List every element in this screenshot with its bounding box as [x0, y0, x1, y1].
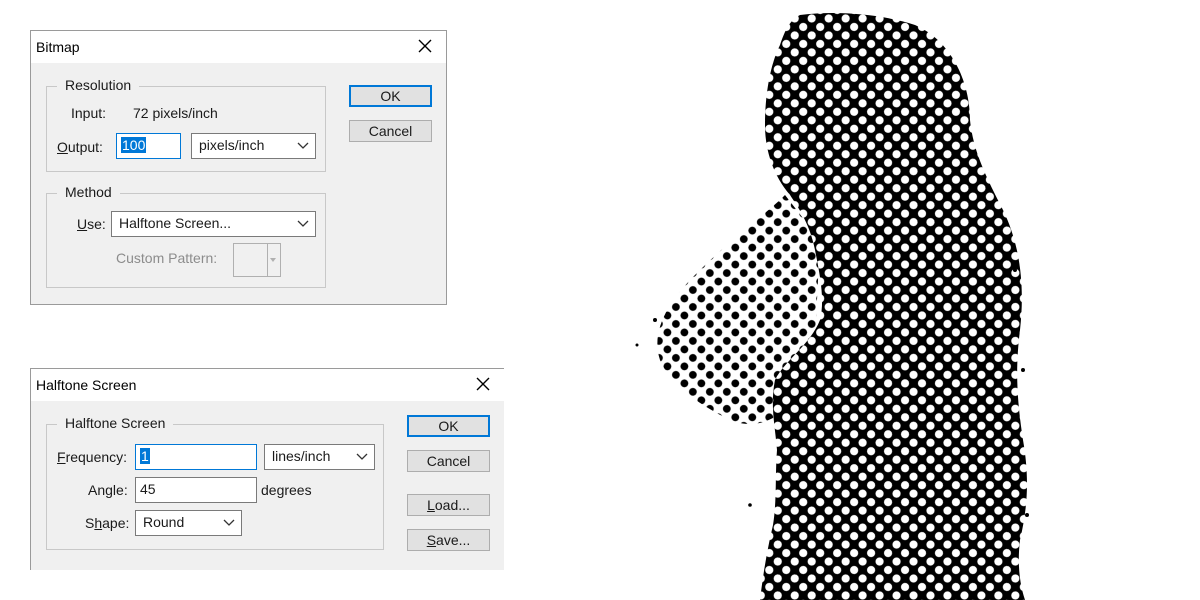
resolution-group: Resolution Input: 72 pixels/inch Output: [46, 77, 326, 172]
output-resolution-field[interactable]: 100 [116, 133, 181, 159]
resolution-legend: Resolution [57, 77, 140, 93]
ok-button[interactable]: OK [407, 415, 490, 437]
ok-button[interactable]: OK [349, 85, 432, 107]
dropdown-arrow-icon [270, 258, 276, 262]
input-resolution-value: 72 pixels/inch [133, 105, 218, 121]
custom-pattern-label: Custom Pattern: [116, 250, 218, 266]
cancel-button[interactable]: Cancel [349, 120, 432, 142]
method-group: Method Use: Custom Pattern: [46, 184, 326, 288]
method-use-select[interactable]: Halftone Screen... [111, 211, 316, 237]
output-label: Output: [57, 139, 103, 155]
method-legend: Method [57, 184, 120, 200]
halftone-screen-dialog: Halftone Screen Halftone Screen Frequenc… [30, 368, 504, 570]
cancel-button[interactable]: Cancel [407, 450, 490, 472]
chevron-down-icon [297, 142, 309, 149]
use-label: Use: [77, 216, 106, 232]
bitmap-titlebar: Bitmap [31, 31, 446, 63]
bitmap-dialog-title: Bitmap [36, 39, 80, 55]
frequency-unit-select[interactable]: lines/inch [264, 444, 375, 470]
frequency-label: Frequency: [57, 449, 128, 465]
shape-label: Shape: [85, 515, 130, 531]
angle-field[interactable]: 45 [135, 477, 257, 503]
close-icon[interactable] [416, 37, 434, 55]
chevron-down-icon [223, 519, 235, 526]
halftone-dialog-title: Halftone Screen [36, 377, 137, 393]
angle-label: Angle: [88, 482, 128, 498]
output-unit-select[interactable]: pixels/inch [191, 133, 316, 159]
angle-unit-label: degrees [261, 482, 312, 498]
halftone-titlebar: Halftone Screen [31, 369, 504, 401]
frequency-field[interactable]: 1 [135, 444, 257, 470]
custom-pattern-picker [233, 243, 281, 277]
load-button[interactable]: Load... [407, 494, 490, 516]
halftone-figure-image [635, 13, 1029, 600]
bitmap-dialog: Bitmap Resolution Input: 72 pixels/inch … [30, 30, 447, 305]
save-button[interactable]: Save... [407, 529, 490, 551]
chevron-down-icon [356, 453, 368, 460]
input-resolution-label: Input: [71, 105, 107, 121]
close-icon[interactable] [474, 375, 492, 393]
chevron-down-icon [297, 220, 309, 227]
shape-select[interactable]: Round [135, 510, 242, 536]
halftone-group-legend: Halftone Screen [57, 415, 174, 431]
